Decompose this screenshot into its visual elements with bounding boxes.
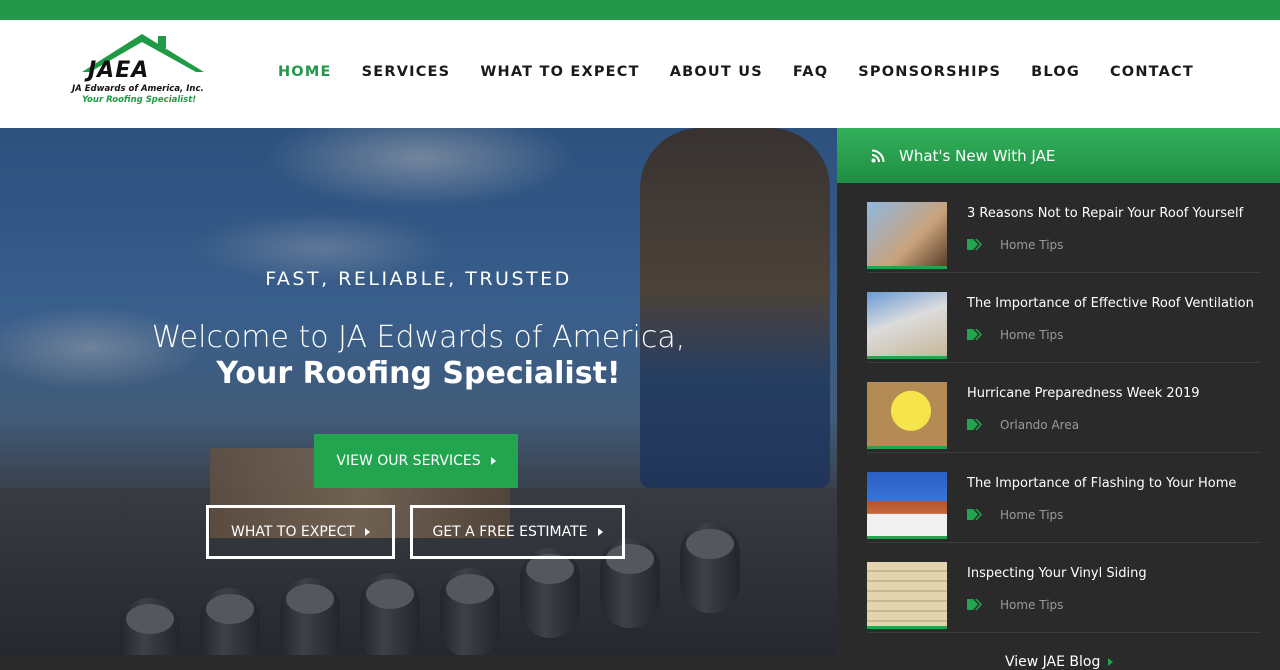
main-nav: HOME SERVICES WHAT TO EXPECT ABOUT US FA… — [278, 64, 1194, 80]
tags-icon — [967, 419, 982, 430]
hero-banner: FAST, RELIABLE, TRUSTED Welcome to JA Ed… — [0, 128, 837, 655]
hero-subheadline: Your Roofing Specialist! — [216, 356, 621, 391]
nav-about-us[interactable]: ABOUT US — [670, 64, 763, 80]
post-category[interactable]: Orlando Area — [1000, 418, 1079, 432]
news-post[interactable]: The Importance of Flashing to Your Home … — [867, 453, 1260, 543]
free-estimate-button[interactable]: GET A FREE ESTIMATE — [410, 505, 625, 559]
nav-what-to-expect[interactable]: WHAT TO EXPECT — [480, 64, 639, 80]
site-header: JAEA JA Edwards of America, Inc. Your Ro… — [0, 20, 1280, 128]
post-category[interactable]: Home Tips — [1000, 508, 1063, 522]
nav-services[interactable]: SERVICES — [362, 64, 451, 80]
nav-contact[interactable]: CONTACT — [1110, 64, 1194, 80]
post-title[interactable]: The Importance of Flashing to Your Home — [967, 476, 1236, 491]
caret-right-icon — [1108, 658, 1114, 666]
post-title[interactable]: Inspecting Your Vinyl Siding — [967, 566, 1147, 581]
top-accent-bar — [0, 0, 1280, 20]
view-services-label: VIEW OUR SERVICES — [336, 453, 481, 469]
post-title[interactable]: 3 Reasons Not to Repair Your Roof Yourse… — [967, 206, 1243, 221]
nav-home[interactable]: HOME — [278, 64, 332, 80]
post-category[interactable]: Home Tips — [1000, 598, 1063, 612]
tags-icon — [967, 509, 982, 520]
site-logo[interactable]: JAEA JA Edwards of America, Inc. Your Ro… — [72, 34, 212, 108]
logo-company-name: JA Edwards of America, Inc. — [72, 84, 204, 94]
post-title[interactable]: Hurricane Preparedness Week 2019 — [967, 386, 1200, 401]
sidebar-title: What's New With JAE — [899, 146, 1056, 165]
news-post[interactable]: 3 Reasons Not to Repair Your Roof Yourse… — [867, 183, 1260, 273]
post-title[interactable]: The Importance of Effective Roof Ventila… — [967, 296, 1254, 311]
nav-faq[interactable]: FAQ — [793, 64, 828, 80]
what-to-expect-label: WHAT TO EXPECT — [231, 524, 355, 540]
news-post[interactable]: The Importance of Effective Roof Ventila… — [867, 273, 1260, 363]
caret-right-icon — [597, 528, 603, 536]
tags-icon — [967, 239, 982, 250]
free-estimate-label: GET A FREE ESTIMATE — [432, 524, 588, 540]
post-thumbnail[interactable] — [867, 382, 947, 449]
post-thumbnail[interactable] — [867, 292, 947, 359]
nav-sponsorships[interactable]: SPONSORSHIPS — [858, 64, 1001, 80]
view-services-button[interactable]: VIEW OUR SERVICES — [314, 434, 518, 488]
post-category[interactable]: Home Tips — [1000, 328, 1063, 342]
caret-right-icon — [490, 457, 496, 465]
nav-blog[interactable]: BLOG — [1031, 64, 1080, 80]
logo-slogan: Your Roofing Specialist! — [82, 95, 197, 105]
what-to-expect-button[interactable]: WHAT TO EXPECT — [206, 505, 395, 559]
hero-headline: Welcome to JA Edwards of America, — [151, 320, 686, 355]
tags-icon — [967, 599, 982, 610]
post-thumbnail[interactable] — [867, 472, 947, 539]
news-post[interactable]: Inspecting Your Vinyl Siding Home Tips — [867, 543, 1260, 633]
view-blog-label: View JAE Blog — [1005, 654, 1101, 670]
logo-mark: JAEA — [88, 58, 150, 83]
post-thumbnail[interactable] — [867, 202, 947, 269]
rss-icon — [871, 149, 885, 162]
news-post[interactable]: Hurricane Preparedness Week 2019 Orlando… — [867, 363, 1260, 453]
sidebar-header: What's New With JAE — [837, 128, 1280, 183]
hero-tagline: FAST, RELIABLE, TRUSTED — [265, 268, 572, 290]
news-sidebar: What's New With JAE 3 Reasons Not to Rep… — [837, 128, 1280, 670]
hero-overlay — [0, 128, 837, 655]
view-blog-link[interactable]: View JAE Blog — [1005, 654, 1114, 670]
post-category[interactable]: Home Tips — [1000, 238, 1063, 252]
caret-right-icon — [364, 528, 370, 536]
post-thumbnail[interactable] — [867, 562, 947, 629]
tags-icon — [967, 329, 982, 340]
